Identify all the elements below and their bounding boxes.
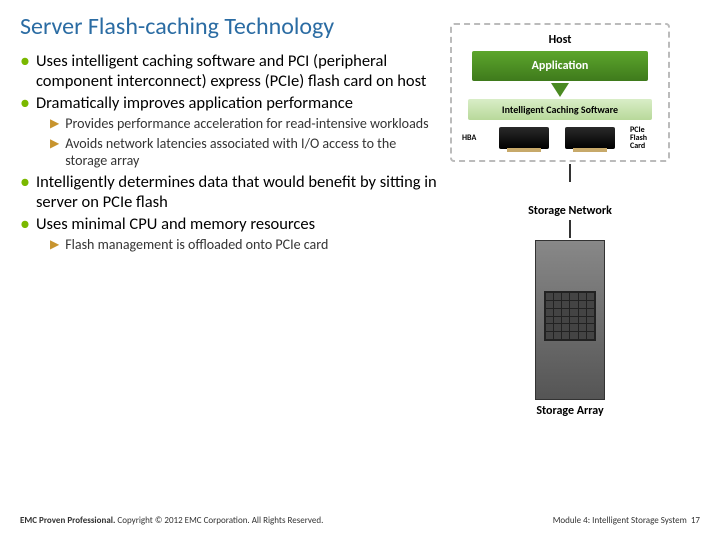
host-label: Host xyxy=(458,33,662,47)
sub-bullet-item: ▶ Flash management is offloaded onto PCI… xyxy=(50,236,440,254)
bullet-text: Dramatically improves application perfor… xyxy=(36,93,353,113)
connector-line xyxy=(569,164,571,182)
bullet-list: • Uses intelligent caching software and … xyxy=(20,51,440,418)
host-box: Host Application Intelligent Caching Sof… xyxy=(450,23,670,162)
footer-module: Module 4: Intelligent Storage System 17 xyxy=(553,515,700,526)
sub-bullet-text: Avoids network latencies associated with… xyxy=(65,135,440,170)
page-number: 17 xyxy=(691,515,700,526)
bullet-dot-icon: • xyxy=(20,172,30,212)
bullet-item: • Intelligently determines data that wou… xyxy=(20,172,440,212)
arrow-icon: ▶ xyxy=(50,137,59,170)
sub-bullet-text: Flash management is offloaded onto PCIe … xyxy=(65,236,328,254)
caching-software-box: Intelligent Caching Software xyxy=(468,99,652,120)
arrow-icon: ▶ xyxy=(50,238,59,254)
hba-card-icon xyxy=(499,127,549,149)
footer-brand: EMC Proven Professional. xyxy=(20,515,115,526)
bullet-item: • Uses minimal CPU and memory resources xyxy=(20,214,440,234)
storage-network-label: Storage Network xyxy=(450,204,690,218)
bullet-dot-icon: • xyxy=(20,93,30,113)
slide-footer: EMC Proven Professional. Copyright © 201… xyxy=(20,515,700,526)
storage-array-label: Storage Array xyxy=(450,404,690,418)
bullet-item: • Uses intelligent caching software and … xyxy=(20,51,440,91)
pcie-label: PCIe Flash Card xyxy=(630,126,658,150)
bullet-dot-icon: • xyxy=(20,214,30,234)
arrow-icon: ▶ xyxy=(50,117,59,133)
flash-card-icon xyxy=(565,127,615,149)
application-box: Application xyxy=(472,51,648,81)
bullet-text: Uses intelligent caching software and PC… xyxy=(36,51,440,91)
disk-grid-icon xyxy=(544,291,596,341)
connector-line xyxy=(569,220,571,238)
footer-copyright: EMC Proven Professional. Copyright © 201… xyxy=(20,515,323,526)
bullet-text: Intelligently determines data that would… xyxy=(36,172,440,212)
sub-bullet-item: ▶ Avoids network latencies associated wi… xyxy=(50,135,440,170)
sub-bullet-text: Provides performance acceleration for re… xyxy=(65,115,428,133)
bullet-dot-icon: • xyxy=(20,51,30,91)
down-arrow-icon xyxy=(551,83,569,97)
storage-array-icon xyxy=(535,240,605,400)
footer-rest: Copyright © 2012 EMC Corporation. All Ri… xyxy=(115,515,323,526)
bullet-text: Uses minimal CPU and memory resources xyxy=(36,214,315,234)
footer-module-text: Module 4: Intelligent Storage System xyxy=(553,515,687,526)
architecture-diagram: Host Application Intelligent Caching Sof… xyxy=(450,51,690,418)
sub-bullet-item: ▶ Provides performance acceleration for … xyxy=(50,115,440,133)
hba-label: HBA xyxy=(462,133,484,143)
bullet-item: • Dramatically improves application perf… xyxy=(20,93,440,113)
